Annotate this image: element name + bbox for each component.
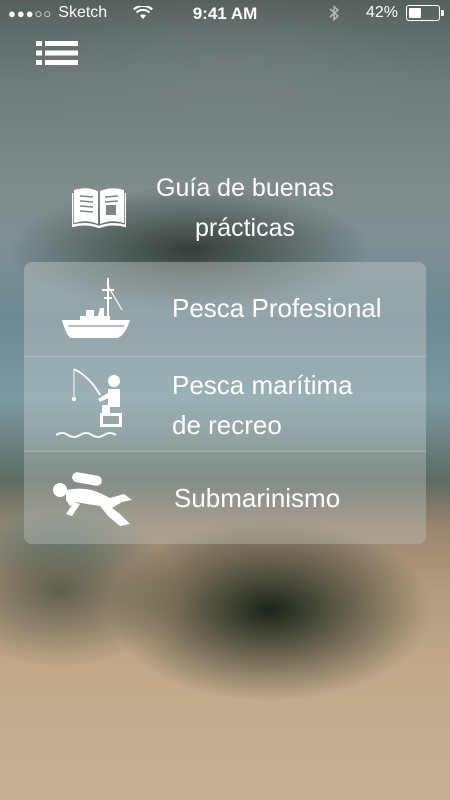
bluetooth-icon — [329, 4, 340, 22]
menu-item-label-line-2: de recreo — [172, 410, 282, 440]
title-line-2: prácticas — [194, 214, 296, 242]
hamburger-menu-button[interactable] — [36, 38, 80, 68]
menu-item-label-line-1: Pesca marítima — [172, 370, 353, 400]
battery-percentage: 42% — [365, 4, 398, 21]
recreational-fisher-icon — [55, 368, 122, 438]
menu-item-label: Submarinismo — [174, 483, 341, 513]
hamburger-menu-icon — [36, 41, 78, 65]
menu-item-pesca-maritima-de-recreo[interactable]: Pesca marítima de recreo — [24, 356, 426, 451]
title-line-1: Guía de buenas — [156, 174, 334, 202]
battery-icon — [406, 5, 444, 21]
fishing-boat-icon — [62, 278, 130, 338]
scuba-diver-icon — [53, 472, 132, 526]
page-header: Guía de buenas prácticas — [60, 168, 420, 248]
status-bar: ●●●○○ Sketch 9:41 AM 42% — [0, 0, 450, 30]
page-title: Guía de buenas prácticas — [130, 168, 360, 248]
menu-item-label: Pesca Profesional — [172, 293, 382, 323]
battery-level — [409, 8, 421, 18]
book-icon — [72, 188, 126, 228]
menu-item-submarinismo[interactable]: Submarinismo — [24, 451, 426, 544]
category-menu: Pesca Profesional Pesca marítima de recr… — [24, 262, 426, 544]
menu-item-pesca-profesional[interactable]: Pesca Profesional — [24, 262, 426, 356]
